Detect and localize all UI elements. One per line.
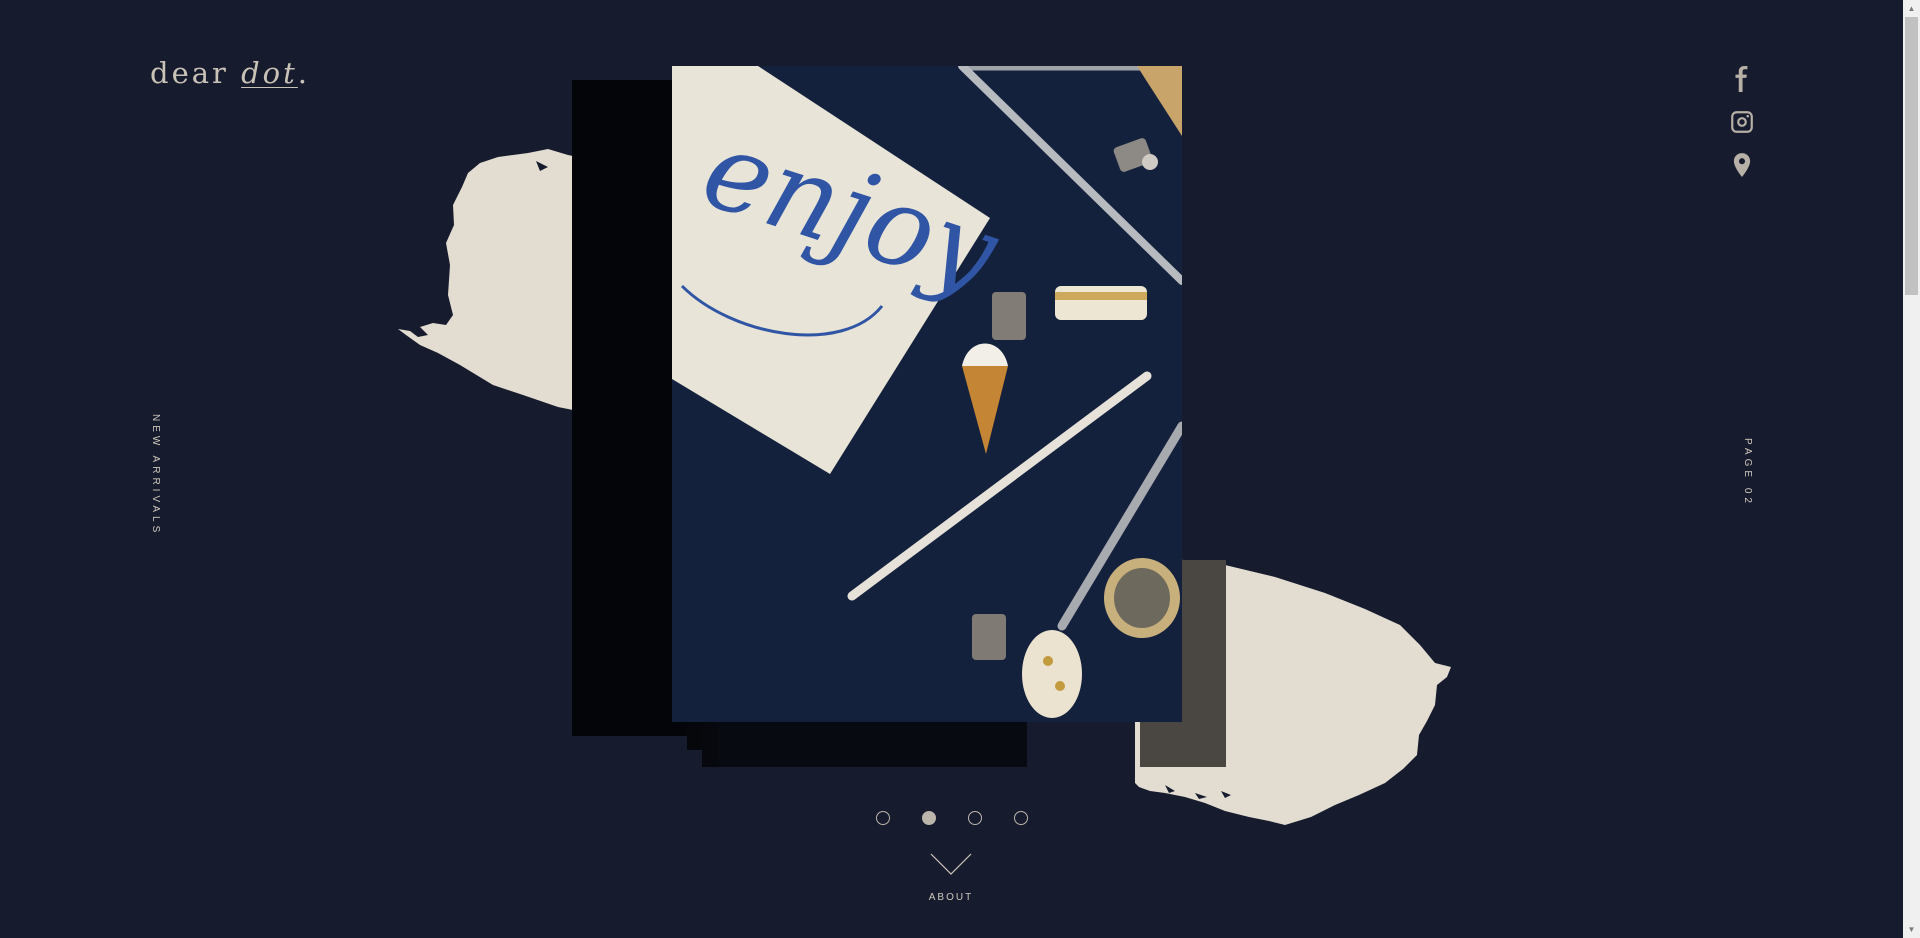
slide-pager	[876, 811, 1028, 825]
pager-dot[interactable]	[1014, 811, 1028, 825]
logo[interactable]: dear dot.	[150, 56, 310, 90]
scroll-to-about[interactable]: ABOUT	[928, 852, 974, 903]
scrollbar-thumb[interactable]	[1905, 17, 1918, 295]
scroll-down-arrow[interactable]: ▼	[1903, 921, 1920, 938]
logo-suffix: .	[297, 56, 311, 90]
logo-prefix: dear	[150, 56, 242, 90]
pager-dot[interactable]	[968, 811, 982, 825]
logo-emphasis: dot	[241, 56, 298, 90]
new-arrivals-label[interactable]: NEW ARRIVALS	[150, 414, 161, 536]
pager-dot[interactable]	[876, 811, 890, 825]
hero-photo: enjoy	[672, 66, 1182, 722]
page-scrollbar[interactable]: ▲ ▼	[1903, 0, 1920, 938]
page-number-label: PAGE 02	[1742, 438, 1753, 507]
pager-dot[interactable]	[922, 811, 936, 825]
about-label: ABOUT	[928, 892, 974, 903]
instagram-icon[interactable]	[1729, 109, 1755, 135]
facebook-icon[interactable]	[1729, 66, 1755, 92]
location-pin-icon[interactable]	[1729, 152, 1755, 178]
social-links	[1729, 66, 1755, 195]
page: dear dot. NEW ARRIVALS PAGE 02 enjoy ABO…	[0, 0, 1920, 938]
chevron-down-icon	[930, 853, 972, 875]
scroll-up-arrow[interactable]: ▲	[1903, 0, 1920, 17]
